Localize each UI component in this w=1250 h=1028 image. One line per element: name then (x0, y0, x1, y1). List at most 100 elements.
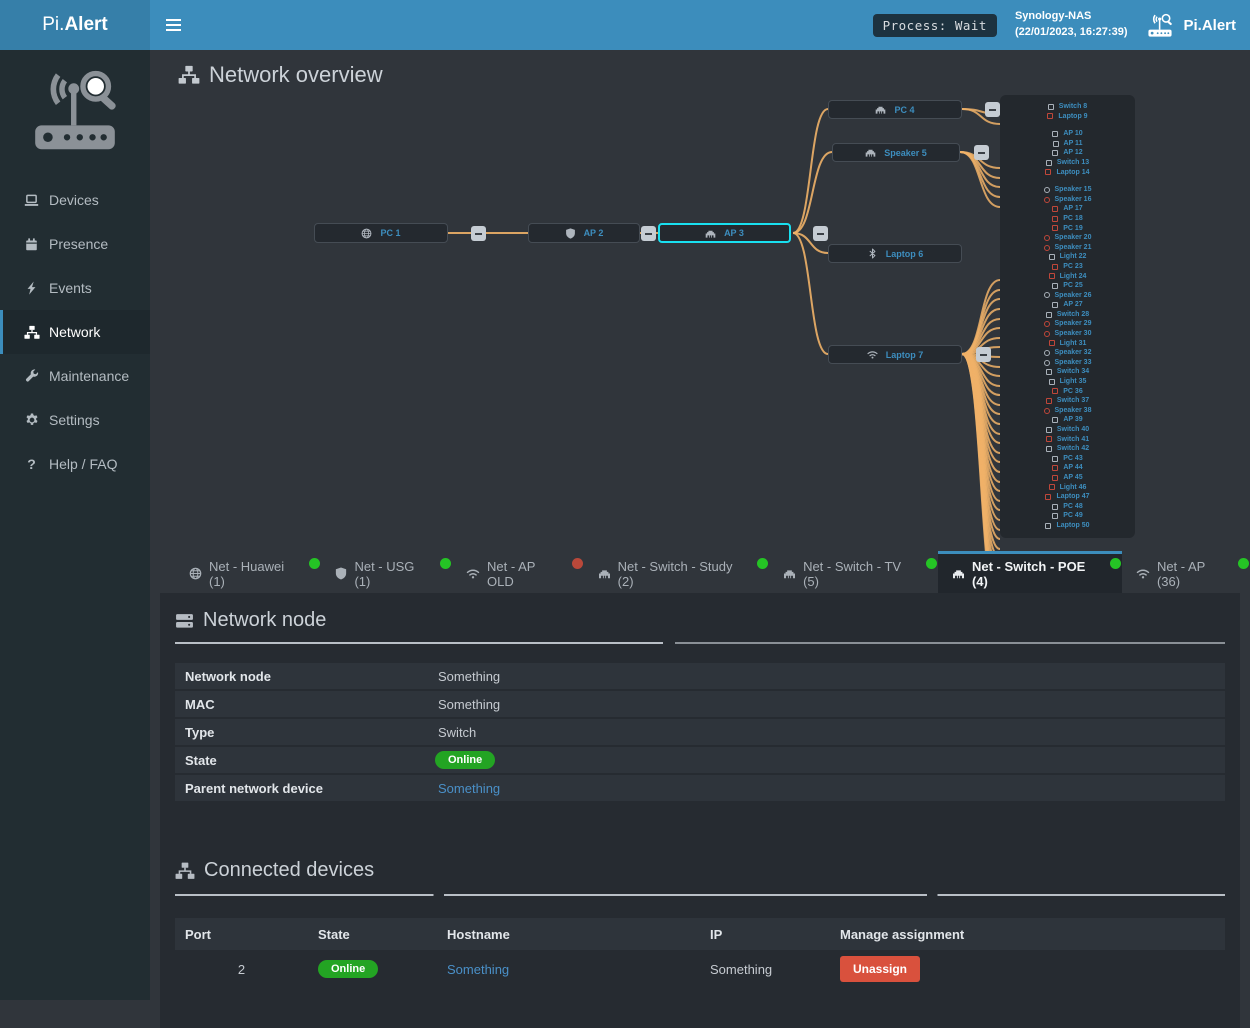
column-header-ip: IP (700, 927, 830, 942)
device-item[interactable]: Speaker 16 (1006, 195, 1129, 205)
device-label: Switch 13 (1057, 158, 1089, 168)
menu-toggle-icon[interactable] (150, 19, 197, 31)
device-item[interactable]: Laptop 14 (1006, 168, 1129, 178)
sidebar-item-help-faq[interactable]: ?Help / FAQ (0, 442, 150, 486)
device-item[interactable]: AP 17 (1006, 204, 1129, 214)
network-node-table: Network nodeSomethingMACSomethingTypeSwi… (175, 663, 1225, 801)
device-type-icon (1052, 150, 1058, 156)
device-label: PC 43 (1063, 454, 1082, 464)
collapse-button[interactable] (976, 347, 991, 362)
diagram-node-pc-1[interactable]: PC 1 (314, 223, 448, 243)
device-item[interactable]: Speaker 32 (1006, 348, 1129, 358)
device-item[interactable]: Light 35 (1006, 377, 1129, 387)
collapse-button[interactable] (974, 145, 989, 160)
device-item[interactable]: Speaker 26 (1006, 291, 1129, 301)
sidebar-item-settings[interactable]: Settings (0, 398, 150, 442)
sidebar-item-label: Devices (49, 192, 99, 208)
diagram-node-speaker-5[interactable]: Speaker 5 (832, 143, 960, 162)
device-item[interactable]: PC 23 (1006, 262, 1129, 272)
tab-net-huawei-1[interactable]: Net - Huawei (1) (175, 551, 321, 593)
device-item[interactable]: Switch 8 (1006, 102, 1129, 112)
device-item[interactable]: Laptop 9 (1006, 112, 1129, 122)
device-item[interactable]: Light 46 (1006, 483, 1129, 493)
sidebar-item-presence[interactable]: Presence (0, 222, 150, 266)
diagram-node-laptop-7[interactable]: Laptop 7 (828, 345, 962, 364)
device-item[interactable]: PC 43 (1006, 454, 1129, 464)
device-item[interactable]: Switch 13 (1006, 158, 1129, 168)
device-type-icon (1052, 417, 1058, 423)
device-item[interactable]: AP 39 (1006, 415, 1129, 425)
tab-net-switch-study-2[interactable]: Net - Switch - Study (2) (584, 551, 769, 593)
tab-net-switch-tv-5[interactable]: Net - Switch - TV (5) (769, 551, 938, 593)
device-item[interactable]: PC 48 (1006, 502, 1129, 512)
sidebar-item-network[interactable]: Network (0, 310, 150, 354)
globe-icon (189, 567, 202, 580)
ip-cell: Something (700, 962, 830, 977)
device-item[interactable]: Speaker 33 (1006, 358, 1129, 368)
sidebar-item-maintenance[interactable]: Maintenance (0, 354, 150, 398)
device-item[interactable]: Speaker 21 (1006, 243, 1129, 253)
device-item[interactable]: Light 31 (1006, 339, 1129, 349)
device-label: Speaker 29 (1055, 319, 1092, 329)
tab-net-usg-1[interactable]: Net - USG (1) (321, 551, 452, 593)
device-item[interactable]: AP 11 (1006, 139, 1129, 149)
tab-net-ap-old[interactable]: Net - AP OLD (452, 551, 584, 593)
device-item[interactable]: PC 36 (1006, 387, 1129, 397)
sidebar-item-devices[interactable]: Devices (0, 178, 150, 222)
device-item[interactable]: AP 12 (1006, 148, 1129, 158)
diagram-node-pc-4[interactable]: PC 4 (828, 100, 962, 119)
device-type-icon (1052, 456, 1058, 462)
device-type-icon (1052, 206, 1058, 212)
device-item[interactable]: AP 27 (1006, 300, 1129, 310)
device-item[interactable]: PC 19 (1006, 224, 1129, 234)
device-item[interactable]: Speaker 15 (1006, 185, 1129, 195)
connected-devices-title-text: Connected devices (204, 859, 374, 882)
device-item[interactable]: PC 49 (1006, 511, 1129, 521)
device-item[interactable]: Switch 28 (1006, 310, 1129, 320)
device-item[interactable]: Switch 37 (1006, 396, 1129, 406)
app-logo-text[interactable]: Pi.Alert (0, 0, 150, 50)
device-item[interactable]: Speaker 29 (1006, 319, 1129, 329)
device-item[interactable]: PC 25 (1006, 281, 1129, 291)
device-type-icon (1049, 273, 1055, 279)
device-item[interactable]: AP 44 (1006, 463, 1129, 473)
sidebar-item-label: Events (49, 280, 92, 296)
diagram-node-ap-2[interactable]: AP 2 (528, 223, 640, 243)
device-item[interactable]: Speaker 38 (1006, 406, 1129, 416)
sidebar-item-events[interactable]: Events (0, 266, 150, 310)
device-item[interactable]: Laptop 47 (1006, 492, 1129, 502)
tab-net-switch-poe-4[interactable]: Net - Switch - POE (4) (938, 551, 1122, 593)
device-item[interactable]: AP 10 (1006, 129, 1129, 139)
device-item[interactable]: PC 18 (1006, 214, 1129, 224)
diagram-node-ap-3[interactable]: AP 3 (658, 223, 791, 243)
device-item[interactable]: Switch 42 (1006, 444, 1129, 454)
device-item[interactable]: Light 24 (1006, 272, 1129, 282)
column-header-state: State (308, 927, 437, 942)
collapse-button[interactable] (985, 102, 1000, 117)
device-type-icon (1046, 427, 1052, 433)
diagram-node-laptop-6[interactable]: Laptop 6 (828, 244, 962, 263)
parent-device-link[interactable]: Something (435, 781, 500, 796)
tab-label: Net - USG (1) (354, 559, 432, 589)
device-item[interactable]: Laptop 50 (1006, 521, 1129, 531)
device-type-icon (1044, 197, 1050, 203)
device-type-icon (1045, 494, 1051, 500)
collapse-button[interactable] (471, 226, 486, 241)
hostname-link[interactable]: Something (447, 962, 509, 977)
tab-net-ap-36[interactable]: Net - AP (36) (1122, 551, 1250, 593)
device-item[interactable]: Switch 40 (1006, 425, 1129, 435)
device-item[interactable]: Light 22 (1006, 252, 1129, 262)
row-label: State (175, 753, 435, 768)
collapse-button[interactable] (641, 226, 656, 241)
collapse-button[interactable] (813, 226, 828, 241)
sidebar-item-label: Presence (49, 236, 108, 252)
device-item[interactable]: Speaker 20 (1006, 233, 1129, 243)
device-item[interactable]: AP 45 (1006, 473, 1129, 483)
device-label: Speaker 21 (1055, 243, 1092, 253)
device-item[interactable]: Speaker 30 (1006, 329, 1129, 339)
device-item[interactable]: Switch 41 (1006, 435, 1129, 445)
unassign-button[interactable]: Unassign (840, 956, 920, 982)
tab-label: Net - AP OLD (487, 559, 564, 589)
header-app-brand[interactable]: Pi.Alert (1145, 13, 1236, 38)
device-item[interactable]: Switch 34 (1006, 367, 1129, 377)
